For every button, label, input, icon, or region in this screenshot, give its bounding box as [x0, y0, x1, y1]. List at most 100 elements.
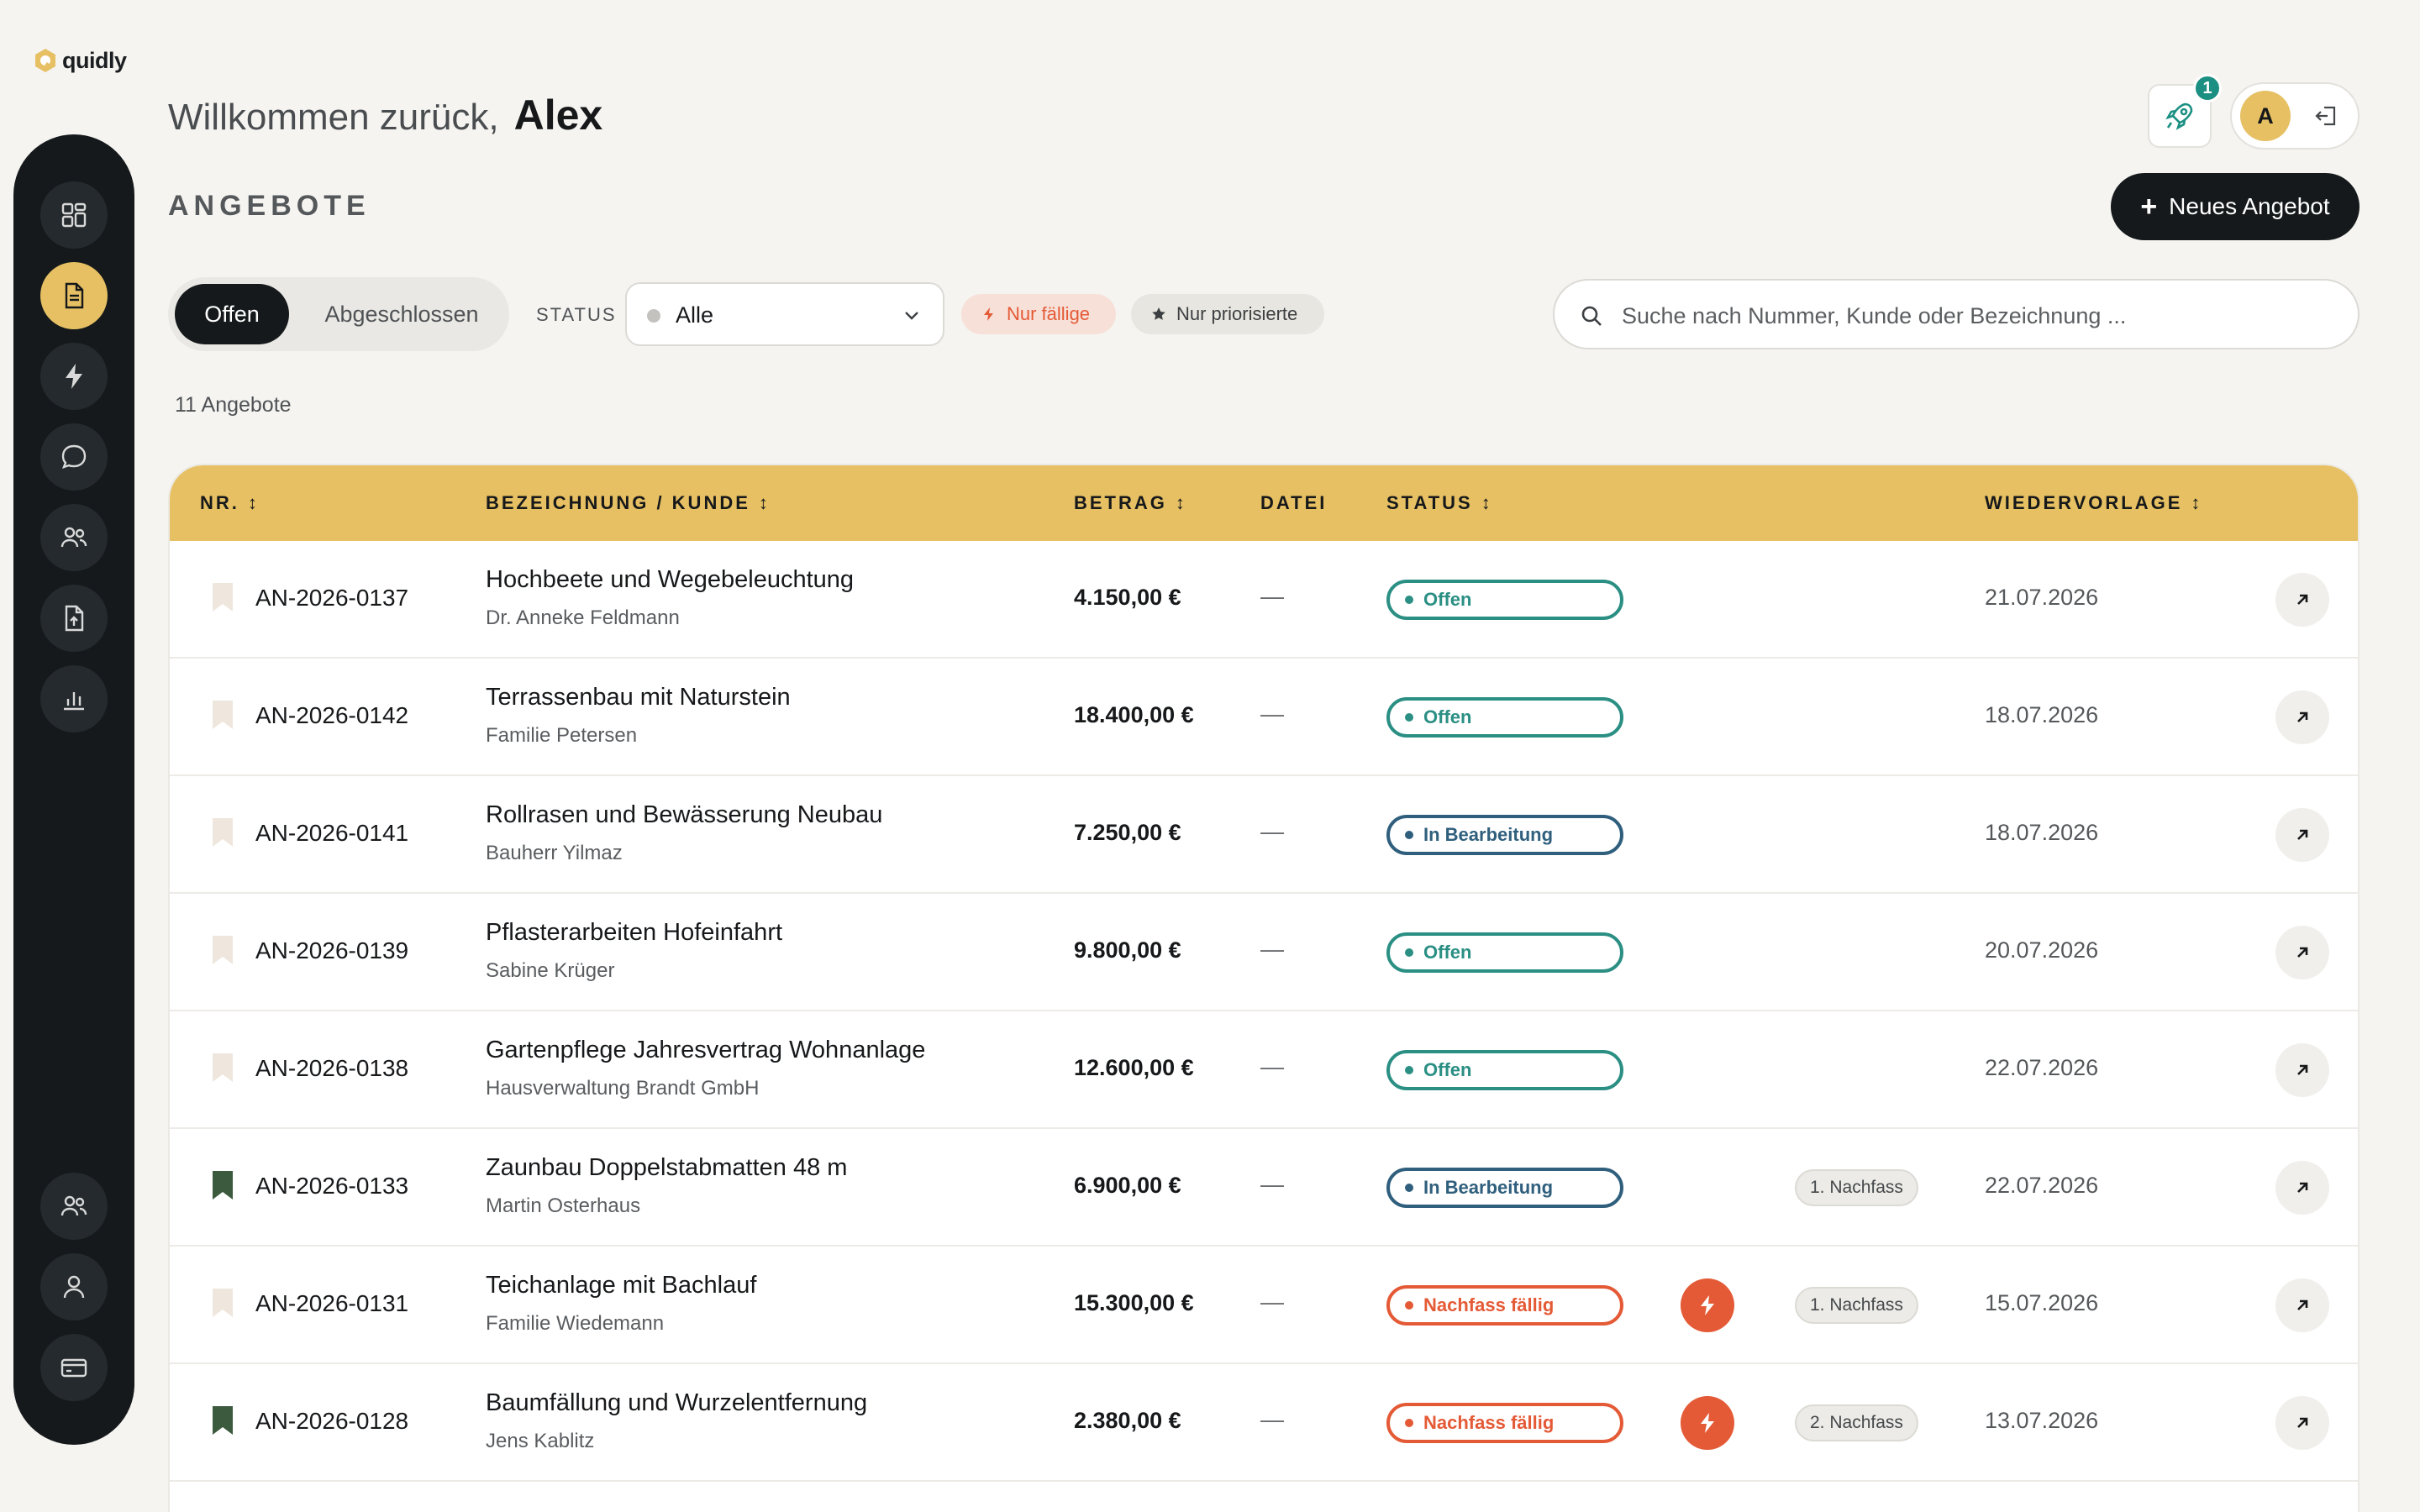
nav-statistics[interactable]: [40, 665, 108, 732]
status-badge: Offen: [1386, 580, 1623, 620]
open-offer-button[interactable]: [2275, 573, 2329, 627]
status-badge: Offen: [1386, 1050, 1623, 1090]
nav-profile[interactable]: [40, 1253, 108, 1320]
arrow-up-right-icon: [2297, 594, 2308, 605]
bookmark-icon[interactable]: [210, 1052, 235, 1084]
arrow-up-right-icon: [2297, 947, 2308, 958]
tab-open[interactable]: Offen: [175, 284, 289, 344]
bookmark-icon[interactable]: [210, 816, 235, 848]
bookmark-icon[interactable]: [210, 1404, 235, 1436]
status-dot: [1405, 1419, 1413, 1427]
bookmark-icon[interactable]: [210, 1169, 235, 1201]
search-input[interactable]: [1622, 292, 2336, 339]
nav-team[interactable]: [40, 1173, 108, 1240]
column-followup[interactable]: WIEDERVORLAGE ↕: [1985, 492, 2200, 514]
arrow-up-right-icon: [2297, 1299, 2308, 1310]
offer-title: Terrassenbau mit Naturstein: [486, 684, 791, 711]
table-row[interactable]: AN-2026-0133 Zaunbau Doppelstabmatten 48 …: [170, 1129, 2358, 1247]
open-offer-button[interactable]: [2275, 1278, 2329, 1332]
nav-dashboard[interactable]: [40, 181, 108, 249]
sort-icon: ↕: [758, 492, 768, 513]
new-offer-button[interactable]: + Neues Angebot: [2111, 173, 2360, 240]
column-followup-label: WIEDERVORLAGE: [1985, 492, 2183, 513]
table-row[interactable]: AN-2026-0138 Gartenpflege Jahresvertrag W…: [170, 1011, 2358, 1129]
nav-offers[interactable]: [40, 262, 108, 329]
column-nr[interactable]: NR. ↕: [200, 492, 257, 514]
offer-amount: 7.250,00 €: [1074, 820, 1181, 845]
onboarding-button[interactable]: 1: [2148, 74, 2222, 148]
tab-closed[interactable]: Abgeschlossen: [302, 284, 501, 344]
open-offer-button[interactable]: [2275, 690, 2329, 744]
open-offer-button[interactable]: [2275, 1043, 2329, 1097]
sort-icon: ↕: [1175, 492, 1185, 513]
status-dot: [1405, 1066, 1413, 1074]
lightning-icon: [66, 364, 82, 389]
offer-amount: 9.800,00 €: [1074, 937, 1181, 963]
column-amount[interactable]: BETRAG ↕: [1074, 492, 1185, 514]
plus-icon: +: [2140, 190, 2158, 223]
arrow-up-right-icon: [2297, 1182, 2308, 1193]
offer-amount: 6.900,00 €: [1074, 1173, 1181, 1198]
sidebar: [13, 134, 134, 1445]
bookmark-icon[interactable]: [210, 934, 235, 966]
open-offer-button[interactable]: [2275, 926, 2329, 979]
offer-count: 11 Angebote: [175, 393, 292, 417]
avatar[interactable]: A: [2240, 91, 2291, 141]
table-row[interactable]: AN-2026-0137 Hochbeete und Wegebeleuchtun…: [170, 541, 2358, 659]
document-icon: [65, 282, 84, 309]
nav-messages[interactable]: [40, 423, 108, 491]
due-action-button[interactable]: [1681, 1396, 1734, 1450]
table-row[interactable]: AN-2026-0139 Pflasterarbeiten Hofeinfahrt…: [170, 894, 2358, 1011]
chat-bubble-icon: [61, 444, 87, 469]
offer-tabs: Offen Abgeschlossen: [168, 277, 509, 351]
search-icon: [1581, 306, 1602, 326]
bookmark-icon[interactable]: [210, 699, 235, 731]
nav-upload[interactable]: [40, 585, 108, 652]
followup-date: 22.07.2026: [1985, 1055, 2099, 1080]
nav-actions[interactable]: [40, 343, 108, 410]
column-title[interactable]: BEZEICHNUNG / KUNDE ↕: [486, 492, 768, 514]
table-row[interactable]: AN-2026-0141 Rollrasen und Bewässerung Ne…: [170, 776, 2358, 894]
table-row[interactable]: AN-2026-0142 Terrassenbau mit Naturstein F…: [170, 659, 2358, 776]
arrow-up-right-icon: [2297, 711, 2308, 722]
offer-file: —: [1260, 1171, 1284, 1197]
table-row[interactable]: AN-2026-0131 Teichanlage mit Bachlauf Fami…: [170, 1247, 2358, 1364]
offer-title: Gartenpflege Jahresvertrag Wohnanlage: [486, 1037, 926, 1063]
nav-billing[interactable]: [40, 1334, 108, 1401]
status-select-value: Alle: [676, 302, 714, 328]
open-offer-button[interactable]: [2275, 808, 2329, 862]
table-row[interactable]: AN-2026-0128 Baumfällung und Wurzelentfer…: [170, 1364, 2358, 1482]
offer-file: —: [1260, 818, 1284, 844]
priority-only-chip[interactable]: Nur priorisierte: [1131, 294, 1324, 334]
welcome-heading: Willkommen zurück, Alex: [168, 91, 602, 139]
offer-customer: Hausverwaltung Brandt GmbH: [486, 1077, 760, 1100]
file-upload-icon: [65, 605, 84, 632]
offer-amount: 2.380,00 €: [1074, 1408, 1181, 1433]
rocket-icon: [2165, 102, 2193, 130]
column-status[interactable]: STATUS ↕: [1386, 492, 1491, 514]
offer-title: Teichanlage mit Bachlauf: [486, 1272, 757, 1299]
due-only-chip[interactable]: Nur fällige: [961, 294, 1116, 334]
open-offer-button[interactable]: [2275, 1161, 2329, 1215]
bookmark-icon[interactable]: [210, 581, 235, 613]
followup-badge: 2. Nachfass: [1795, 1404, 1918, 1441]
user-name: Alex: [513, 92, 603, 139]
column-file-label: DATEI: [1260, 492, 1328, 513]
open-offer-button[interactable]: [2275, 1396, 2329, 1450]
status-badge: In Bearbeitung: [1386, 815, 1623, 855]
offer-customer: Martin Osterhaus: [486, 1194, 641, 1217]
offer-amount: 12.600,00 €: [1074, 1055, 1194, 1080]
bookmark-icon[interactable]: [210, 1287, 235, 1319]
offer-customer: Jens Kablitz: [486, 1430, 595, 1452]
user-icon: [63, 1275, 85, 1299]
status-badge: In Bearbeitung: [1386, 1168, 1623, 1208]
followup-date: 20.07.2026: [1985, 937, 2099, 963]
status-select[interactable]: Alle: [625, 282, 944, 346]
logout-icon[interactable]: [2312, 102, 2339, 129]
star-icon: [1152, 307, 1165, 320]
due-action-button[interactable]: [1681, 1278, 1734, 1332]
app-logo[interactable]: quidly: [32, 47, 127, 74]
column-title-label: BEZEICHNUNG / KUNDE: [486, 492, 750, 513]
nav-customers[interactable]: [40, 504, 108, 571]
priority-only-label: Nur priorisierte: [1176, 303, 1298, 324]
